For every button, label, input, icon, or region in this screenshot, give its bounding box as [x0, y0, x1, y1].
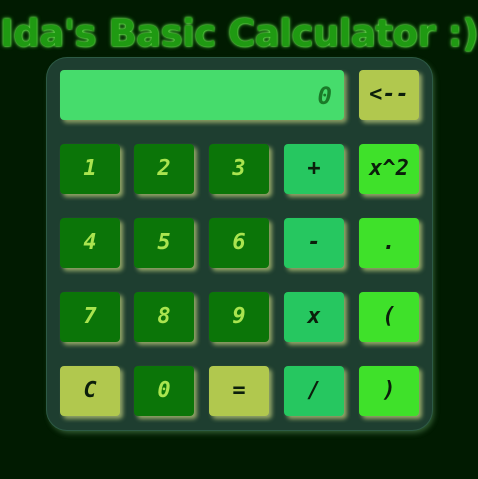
- digit-8-button[interactable]: 8: [134, 292, 194, 342]
- digit-6-button[interactable]: 6: [209, 218, 269, 268]
- clear-button[interactable]: C: [60, 366, 120, 416]
- digit-2-button[interactable]: 2: [134, 144, 194, 194]
- digit-9-button[interactable]: 9: [209, 292, 269, 342]
- digit-4-button[interactable]: 4: [60, 218, 120, 268]
- digit-5-button[interactable]: 5: [134, 218, 194, 268]
- open-parenthesis-button[interactable]: (: [359, 292, 419, 342]
- close-parenthesis-button[interactable]: ): [359, 366, 419, 416]
- backspace-button[interactable]: <--: [359, 70, 419, 120]
- multiply-button[interactable]: x: [284, 292, 344, 342]
- minus-button[interactable]: -: [284, 218, 344, 268]
- square-button[interactable]: x^2: [359, 144, 419, 194]
- calculator-display: 0: [60, 70, 344, 120]
- digit-3-button[interactable]: 3: [209, 144, 269, 194]
- decimal-point-button[interactable]: .: [359, 218, 419, 268]
- digit-0-button[interactable]: 0: [134, 366, 194, 416]
- app-title: Ida's Basic Calculator :): [0, 12, 478, 55]
- plus-button[interactable]: +: [284, 144, 344, 194]
- calculator-body: 0 <-- 1 2 3 + x^2 4 5 6 - . 7 8 9 x ( C …: [47, 58, 432, 430]
- digit-1-button[interactable]: 1: [60, 144, 120, 194]
- equals-button[interactable]: =: [209, 366, 269, 416]
- divide-button[interactable]: /: [284, 366, 344, 416]
- digit-7-button[interactable]: 7: [60, 292, 120, 342]
